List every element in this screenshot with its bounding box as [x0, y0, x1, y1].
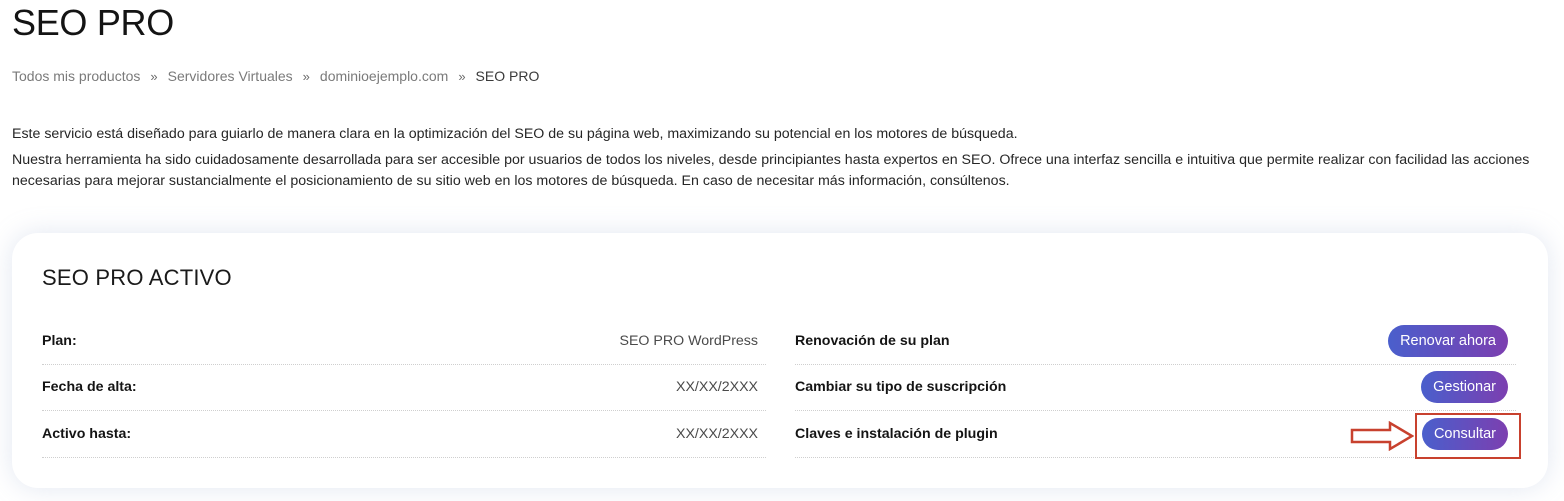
breadcrumb-item-servidores-virtuales[interactable]: Servidores Virtuales [168, 68, 293, 84]
breadcrumb-item-domain[interactable]: dominioejemplo.com [320, 68, 448, 84]
action-label: Renovación de su plan [795, 332, 950, 349]
intro-paragraph-1: Este servicio está diseñado para guiarlo… [12, 126, 1018, 142]
intro-text: Este servicio está diseñado para guiarlo… [12, 124, 1557, 192]
detail-label: Fecha de alta: [42, 379, 137, 396]
consultar-button[interactable]: Consultar [1421, 417, 1508, 450]
action-label: Cambiar su tipo de suscripción [795, 379, 1007, 396]
breadcrumb: Todos mis productos » Servidores Virtual… [12, 68, 539, 84]
renovar-ahora-button[interactable]: Renovar ahora [1388, 324, 1508, 357]
detail-row-fecha-alta: Fecha de alta: XX/XX/2XXX [42, 365, 766, 411]
breadcrumb-item-todos-mis-productos[interactable]: Todos mis productos [12, 68, 140, 84]
detail-row-plan: Plan: SEO PRO WordPress [42, 318, 766, 365]
detail-label: Activo hasta: [42, 425, 132, 442]
breadcrumb-separator: » [458, 68, 466, 84]
plan-details: Plan: SEO PRO WordPress Fecha de alta: X… [42, 318, 766, 458]
detail-value: SEO PRO WordPress [619, 332, 759, 349]
intro-paragraph-2: Nuestra herramienta ha sido cuidadosamen… [12, 152, 1530, 189]
breadcrumb-separator: » [150, 68, 158, 84]
page: SEO PRO Todos mis productos » Servidores… [0, 0, 1564, 501]
action-row-renovacion: Renovación de su plan Renovar ahora [795, 318, 1516, 365]
detail-row-activo-hasta: Activo hasta: XX/XX/2XXX [42, 411, 766, 458]
gestionar-button[interactable]: Gestionar [1421, 371, 1508, 404]
pointer-arrow-icon [1350, 421, 1414, 451]
action-row-suscripcion: Cambiar su tipo de suscripción Gestionar [795, 365, 1516, 411]
seo-pro-status-card: SEO PRO ACTIVO Plan: SEO PRO WordPress F… [12, 233, 1548, 488]
page-title: SEO PRO [12, 2, 174, 43]
breadcrumb-separator: » [302, 68, 310, 84]
card-title: SEO PRO ACTIVO [42, 265, 232, 290]
detail-value: XX/XX/2XXX [675, 379, 758, 396]
action-label: Claves e instalación de plugin [795, 425, 998, 442]
detail-value: XX/XX/2XXX [675, 425, 758, 442]
breadcrumb-current: SEO PRO [475, 68, 540, 84]
detail-label: Plan: [42, 332, 77, 349]
